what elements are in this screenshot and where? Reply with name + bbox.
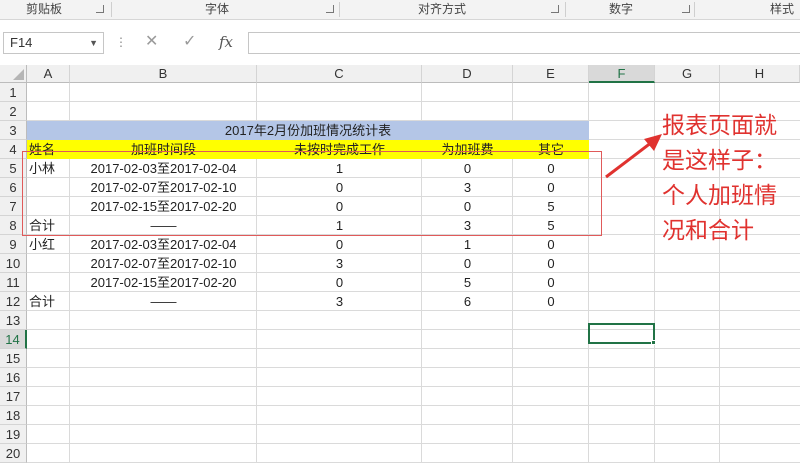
ribbon-group-font[interactable]: 字体 bbox=[205, 0, 229, 20]
table-cell[interactable]: 小红 bbox=[27, 235, 70, 254]
column-header-d[interactable]: D bbox=[422, 65, 513, 83]
gridline-row bbox=[27, 329, 800, 330]
row-header-16[interactable]: 16 bbox=[0, 368, 27, 387]
row-header-14[interactable]: 14 bbox=[0, 330, 27, 349]
row-header-1[interactable]: 1 bbox=[0, 83, 27, 102]
column-header-e[interactable]: E bbox=[513, 65, 589, 83]
gridline-row bbox=[27, 367, 800, 368]
column-header-g[interactable]: G bbox=[655, 65, 720, 83]
row-header-3[interactable]: 3 bbox=[0, 121, 27, 140]
ribbon-group-clipboard[interactable]: 剪贴板 bbox=[26, 0, 62, 20]
row-header-2[interactable]: 2 bbox=[0, 102, 27, 121]
clipboard-launcher-icon[interactable] bbox=[96, 5, 104, 13]
table-cell[interactable]: 2017-02-15至2017-02-20 bbox=[70, 273, 257, 292]
table-cell[interactable]: 1 bbox=[422, 235, 513, 254]
row-header-11[interactable]: 11 bbox=[0, 273, 27, 292]
row-header-12[interactable]: 12 bbox=[0, 292, 27, 311]
ribbon-group-styles[interactable]: 样式 bbox=[770, 0, 794, 20]
ribbon-separator bbox=[339, 2, 340, 17]
font-launcher-icon[interactable] bbox=[326, 5, 334, 13]
table-title[interactable]: 2017年2月份加班情况统计表 bbox=[27, 121, 589, 140]
annotation-box bbox=[22, 151, 602, 236]
table-cell[interactable]: 6 bbox=[422, 292, 513, 311]
insert-function-icon[interactable]: fx bbox=[219, 31, 233, 53]
gridline-row bbox=[27, 443, 800, 444]
row-header-13[interactable]: 13 bbox=[0, 311, 27, 330]
annotation-text: 报表页面就 是这样子： 个人加班情 况和合计 bbox=[662, 113, 777, 244]
alignment-launcher-icon[interactable] bbox=[551, 5, 559, 13]
table-cell[interactable] bbox=[27, 254, 70, 273]
confirm-icon[interactable]: ✓ bbox=[183, 31, 196, 53]
row-header-9[interactable]: 9 bbox=[0, 235, 27, 254]
name-box[interactable]: F14 ▼ bbox=[3, 32, 104, 54]
table-cell[interactable]: 0 bbox=[513, 235, 589, 254]
formula-input[interactable] bbox=[248, 32, 800, 54]
ribbon-separator bbox=[565, 2, 566, 17]
table-cell[interactable]: 3 bbox=[257, 254, 422, 273]
ribbon-group-number[interactable]: 数字 bbox=[609, 0, 633, 20]
chevron-down-icon[interactable]: ▼ bbox=[89, 33, 98, 53]
table-cell[interactable]: 0 bbox=[422, 254, 513, 273]
gridline-row bbox=[27, 348, 800, 349]
row-header-10[interactable]: 10 bbox=[0, 254, 27, 273]
row-header-15[interactable]: 15 bbox=[0, 349, 27, 368]
row-header-17[interactable]: 17 bbox=[0, 387, 27, 406]
select-all-corner[interactable] bbox=[0, 65, 27, 83]
spreadsheet-grid[interactable]: ABCDEFGH 1 2 3 4 5 6 7 8 9 10 11 12 13 14 15 16 17 18 19 20… bbox=[0, 65, 800, 463]
gridline-row bbox=[27, 405, 800, 406]
ribbon-separator bbox=[694, 2, 695, 17]
table-cell[interactable]: 5 bbox=[422, 273, 513, 292]
gridline-row bbox=[27, 101, 800, 102]
gridline-row bbox=[27, 386, 800, 387]
table-cell[interactable]: —— bbox=[70, 292, 257, 311]
selected-cell[interactable] bbox=[588, 323, 655, 344]
row-header-18[interactable]: 18 bbox=[0, 406, 27, 425]
table-cell[interactable]: 2017-02-07至2017-02-10 bbox=[70, 254, 257, 273]
row-header-20[interactable]: 20 bbox=[0, 444, 27, 463]
ribbon-group-bar: 剪贴板 字体 对齐方式 数字 样式 bbox=[0, 0, 800, 20]
gridline-row bbox=[27, 424, 800, 425]
number-launcher-icon[interactable] bbox=[682, 5, 690, 13]
name-box-value: F14 bbox=[10, 35, 33, 50]
ribbon-group-alignment[interactable]: 对齐方式 bbox=[418, 0, 466, 20]
fill-handle[interactable] bbox=[651, 340, 656, 345]
table-cell[interactable] bbox=[27, 273, 70, 292]
table-cell[interactable]: 0 bbox=[513, 273, 589, 292]
table-cell[interactable]: 0 bbox=[257, 235, 422, 254]
table-cell[interactable]: 3 bbox=[257, 292, 422, 311]
row-header-19[interactable]: 19 bbox=[0, 425, 27, 444]
table-cell[interactable]: 0 bbox=[513, 254, 589, 273]
annotation-arrow bbox=[605, 134, 662, 179]
column-header-f[interactable]: F bbox=[589, 65, 655, 83]
table-cell[interactable]: 2017-02-03至2017-02-04 bbox=[70, 235, 257, 254]
column-header-h[interactable]: H bbox=[720, 65, 800, 83]
column-header-b[interactable]: B bbox=[70, 65, 257, 83]
table-cell[interactable]: 合计 bbox=[27, 292, 70, 311]
table-cell[interactable]: 0 bbox=[257, 273, 422, 292]
table-cell[interactable]: 0 bbox=[513, 292, 589, 311]
column-header-c[interactable]: C bbox=[257, 65, 422, 83]
column-header-a[interactable]: A bbox=[27, 65, 70, 83]
cancel-icon[interactable]: ✕ bbox=[145, 31, 158, 53]
more-options-icon[interactable]: ⋮ bbox=[115, 31, 127, 53]
ribbon-separator bbox=[111, 2, 112, 17]
